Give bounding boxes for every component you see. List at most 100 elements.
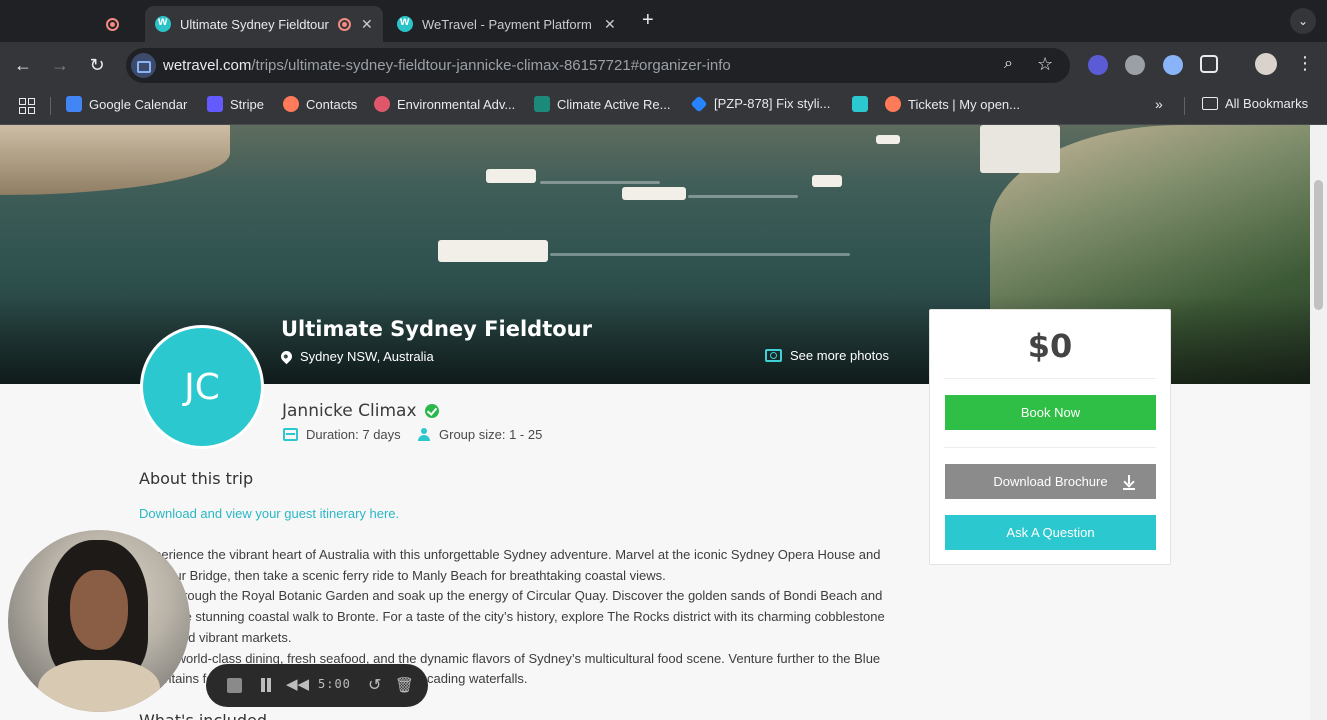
location-text: Sydney NSW, Australia <box>300 349 434 364</box>
folder-icon <box>1202 97 1218 110</box>
bookmark-label: Tickets | My open... <box>908 96 1020 112</box>
duration-text: Duration: 7 days <box>306 427 401 442</box>
download-icon <box>1123 475 1135 489</box>
about-trip-heading: About this trip <box>139 469 254 488</box>
organizer-name-text: Jannicke Climax <box>282 401 417 421</box>
group-size-text: Group size: 1 - 25 <box>439 427 543 442</box>
extension-purple-icon[interactable] <box>1088 55 1108 75</box>
tab-wetravel-payment-platform[interactable]: WeTravel - Payment Platform ✕ <box>387 6 631 42</box>
rewind-icon[interactable]: ◀◀ <box>286 675 309 693</box>
bookmark-environmental[interactable]: Environmental Adv... <box>374 96 515 112</box>
scrollbar-thumb[interactable] <box>1314 180 1323 310</box>
address-bar[interactable]: wetravel.com/trips/ultimate-sydney-field… <box>126 48 1070 83</box>
bookmark-label: Google Calendar <box>89 96 188 112</box>
bookmarks-bar: Google Calendar Stripe Contacts Environm… <box>0 88 1327 125</box>
download-brochure-button[interactable]: Download Brochure <box>945 464 1156 499</box>
guest-itinerary-link[interactable]: Download and view your guest itinerary h… <box>139 506 399 521</box>
browser-toolbar: ← → ↻ wetravel.com/trips/ultimate-sydney… <box>0 42 1327 88</box>
back-arrow-icon[interactable]: ← <box>12 54 34 76</box>
stripe-icon <box>207 96 223 112</box>
site-info-camera-icon[interactable] <box>131 53 156 78</box>
bookmark-climate-active[interactable]: Climate Active Re... <box>534 96 670 112</box>
all-bookmarks-folder[interactable]: All Bookmarks <box>1202 96 1308 111</box>
extension-lens-icon[interactable] <box>1163 55 1183 75</box>
bookmark-jira-pzp-878[interactable]: [PZP-878] Fix styli... <box>690 95 831 112</box>
organizer-avatar[interactable]: JC <box>140 325 264 449</box>
all-bookmarks-label: All Bookmarks <box>1225 96 1309 111</box>
browser-tab-bar: Ultimate Sydney Fieldtour ✕ WeTravel - P… <box>0 0 1327 42</box>
bookmark-untitled[interactable] <box>852 96 875 112</box>
hubspot-icon <box>283 96 299 112</box>
bookmarks-divider <box>1184 97 1185 115</box>
recording-controls: ◀◀ 5:00 ↺ 🗑 <box>206 664 428 707</box>
asterisk-icon <box>374 96 390 112</box>
recording-indicator-icon <box>338 17 351 31</box>
tab-ultimate-sydney-fieldtour[interactable]: Ultimate Sydney Fieldtour ✕ <box>145 6 383 42</box>
bookmark-icon <box>852 96 868 112</box>
ask-question-button[interactable]: Ask A Question <box>945 515 1156 550</box>
bookmark-label: Climate Active Re... <box>557 96 671 112</box>
trash-icon[interactable]: 🗑 <box>395 676 414 694</box>
reload-icon[interactable]: ↻ <box>86 54 108 76</box>
bookmarks-divider <box>50 97 51 115</box>
organizer-name[interactable]: Jannicke Climax <box>282 401 439 421</box>
description-line: Experience the vibrant heart of Australi… <box>139 547 881 562</box>
url-text[interactable]: wetravel.com/trips/ultimate-sydney-field… <box>163 57 731 74</box>
bookmark-label: Stripe <box>230 96 264 112</box>
recording-timer: 5:00 <box>318 677 351 691</box>
bookmark-label: Contacts <box>306 96 358 112</box>
verified-check-icon <box>424 404 439 418</box>
new-tab-button[interactable]: + <box>642 9 654 32</box>
wetravel-favicon-icon <box>397 14 413 32</box>
tab-title: Ultimate Sydney Fieldtour <box>180 16 329 32</box>
trip-price: $0 <box>1027 327 1073 365</box>
calendar-icon <box>283 428 298 441</box>
bookmark-label: Environmental Adv... <box>397 96 516 112</box>
close-tab-icon[interactable]: ✕ <box>361 16 373 33</box>
trip-title: Ultimate Sydney Fieldtour <box>281 317 592 341</box>
climate-icon <box>534 96 550 112</box>
card-divider <box>944 447 1156 448</box>
jira-icon <box>690 95 708 112</box>
page-scrollbar[interactable] <box>1310 125 1327 720</box>
grammarly-icon[interactable] <box>1125 55 1145 75</box>
wetravel-favicon-icon <box>155 14 171 32</box>
description-line: Harbour Bridge, then take a scenic ferry… <box>139 567 666 583</box>
bookmark-stripe[interactable]: Stripe <box>207 96 264 112</box>
location-pin-icon <box>278 348 295 365</box>
description-line: lanes and vibrant markets. <box>139 629 292 645</box>
bookmark-contacts[interactable]: Contacts <box>283 96 357 112</box>
restart-icon[interactable]: ↺ <box>368 675 381 695</box>
bookmark-star-icon[interactable]: ☆ <box>1037 54 1053 75</box>
profile-avatar[interactable] <box>1255 53 1277 75</box>
close-tab-icon[interactable]: ✕ <box>604 16 616 33</box>
browser-menu-icon[interactable]: ⋮ <box>1296 53 1314 74</box>
webcam-bubble[interactable] <box>8 530 190 712</box>
booking-card: $0 Book Now Download Brochure Ask A Ques… <box>929 309 1171 565</box>
forward-arrow-icon[interactable]: → <box>49 54 71 76</box>
trip-duration: Duration: 7 days <box>283 427 401 442</box>
stop-recording-icon[interactable] <box>227 678 242 693</box>
bookmark-google-calendar[interactable]: Google Calendar <box>66 96 187 112</box>
see-more-photos-link[interactable]: See more photos <box>765 348 889 363</box>
person-icon <box>418 428 430 441</box>
tab-recording[interactable] <box>96 6 142 42</box>
camera-icon <box>765 349 782 362</box>
zoom-search-icon[interactable]: ⌕ <box>1004 55 1013 73</box>
tab-title: WeTravel - Payment Platform <box>422 16 592 32</box>
tab-search-chevron-down-icon[interactable]: ⌄ <box>1290 8 1316 34</box>
apps-grid-icon[interactable] <box>19 98 35 114</box>
download-brochure-label: Download Brochure <box>993 474 1108 489</box>
whats-included-heading: What's included <box>139 711 267 720</box>
more-bookmarks-chevron-icon[interactable]: » <box>1155 96 1163 112</box>
bookmark-label: [PZP-878] Fix styli... <box>714 96 831 111</box>
record-icon <box>106 17 119 31</box>
extensions-puzzle-icon[interactable] <box>1200 55 1218 73</box>
description-line: Stroll through the Royal Botanic Garden … <box>139 588 883 604</box>
card-divider <box>944 378 1156 379</box>
pause-icon[interactable] <box>260 678 272 692</box>
bookmark-tickets[interactable]: Tickets | My open... <box>885 96 1020 112</box>
book-now-button[interactable]: Book Now <box>945 395 1156 430</box>
description-line: enjoy the stunning coastal walk to Bront… <box>139 609 885 625</box>
trip-page: Ultimate Sydney Fieldtour Sydney NSW, Au… <box>0 125 1310 720</box>
